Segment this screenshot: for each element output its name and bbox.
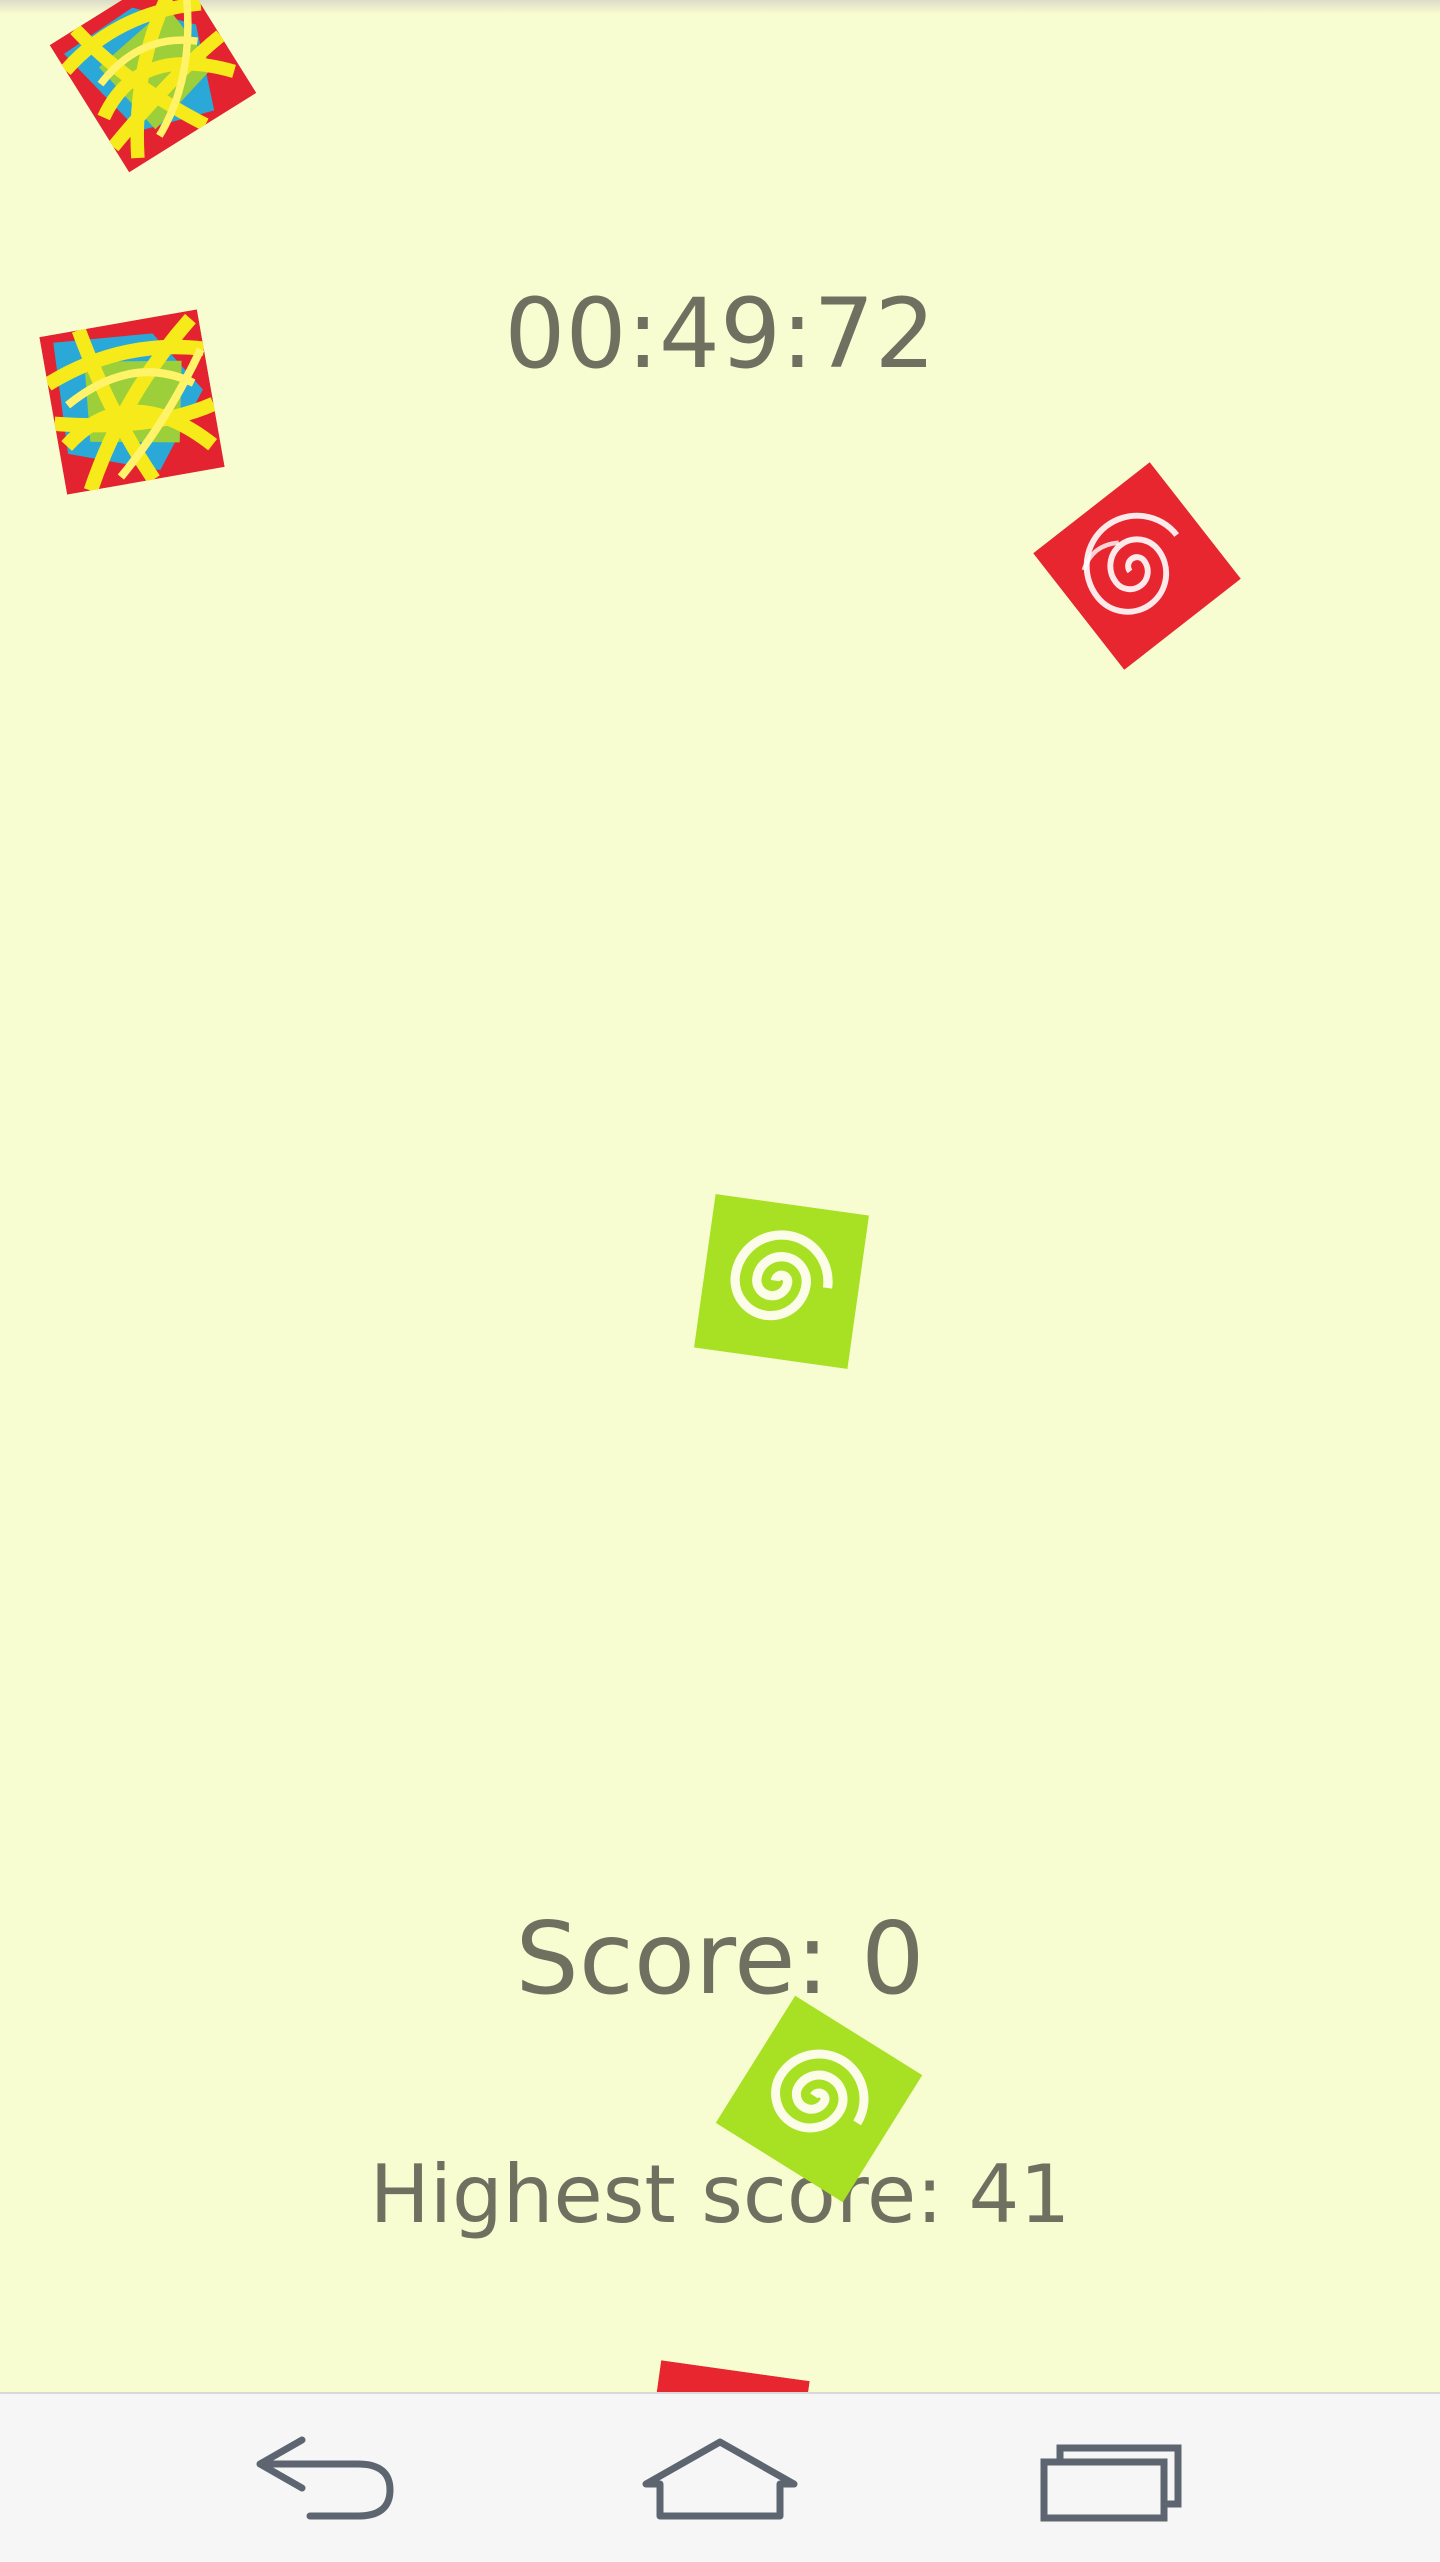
score-display: Score: 0 <box>515 1900 925 2017</box>
red-rose-tile-icon[interactable] <box>1033 462 1241 670</box>
green-swirl-tile-icon[interactable] <box>693 1193 870 1370</box>
recent-apps-icon[interactable] <box>1020 2424 1200 2534</box>
scribble-tile-icon[interactable] <box>49 0 257 173</box>
scribble-tile-icon[interactable] <box>39 309 225 495</box>
highest-score-display: Highest score: 41 <box>369 2148 1071 2241</box>
home-icon[interactable] <box>630 2424 810 2534</box>
timer-display: 00:49:72 <box>504 278 936 390</box>
game-area[interactable]: 00:49:72 Score: 0 Highest score: 41 <box>0 0 1440 2392</box>
navigation-bar <box>0 2392 1440 2562</box>
red-rose-tile-icon[interactable] <box>640 2360 810 2392</box>
back-icon[interactable] <box>240 2424 420 2534</box>
